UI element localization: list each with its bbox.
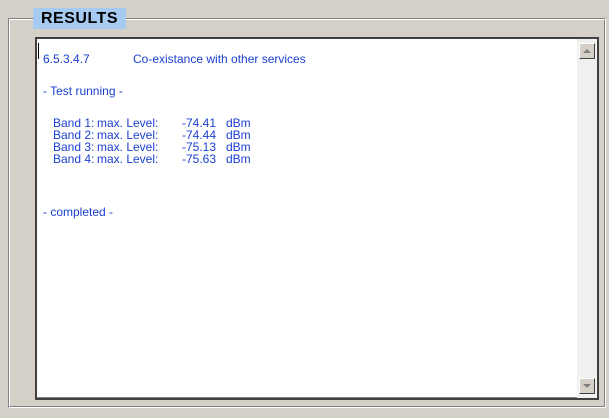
results-heading: 6.5.3.4.7 Co-existance with other servic…	[43, 53, 571, 65]
test-number: 6.5.3.4.7	[43, 52, 90, 66]
scroll-down-button[interactable]	[579, 378, 595, 394]
status-running: - Test running -	[43, 84, 123, 98]
status-completed: - completed -	[43, 205, 114, 219]
band-level-label: max. Level:	[97, 152, 159, 166]
band-value: -75.63	[182, 152, 217, 166]
band-unit: dBm	[226, 152, 251, 166]
vertical-scrollbar[interactable]	[577, 39, 597, 398]
band-label: Band 4:	[53, 152, 95, 166]
scroll-down-arrow-icon	[583, 384, 591, 388]
scroll-up-arrow-icon	[583, 49, 591, 53]
bands-list: Band 1: max. Level: -74.41 dBm Band 2: m…	[43, 117, 571, 165]
scroll-up-button[interactable]	[579, 43, 595, 59]
results-content: 6.5.3.4.7 Co-existance with other servic…	[43, 53, 571, 218]
test-title: Co-existance with other services	[133, 52, 306, 66]
band-row: Band 4: max. Level: -75.63 dBm	[43, 153, 571, 165]
text-caret	[38, 43, 39, 59]
results-group-title: RESULTS	[33, 8, 126, 29]
results-textarea[interactable]: 6.5.3.4.7 Co-existance with other servic…	[35, 37, 599, 400]
